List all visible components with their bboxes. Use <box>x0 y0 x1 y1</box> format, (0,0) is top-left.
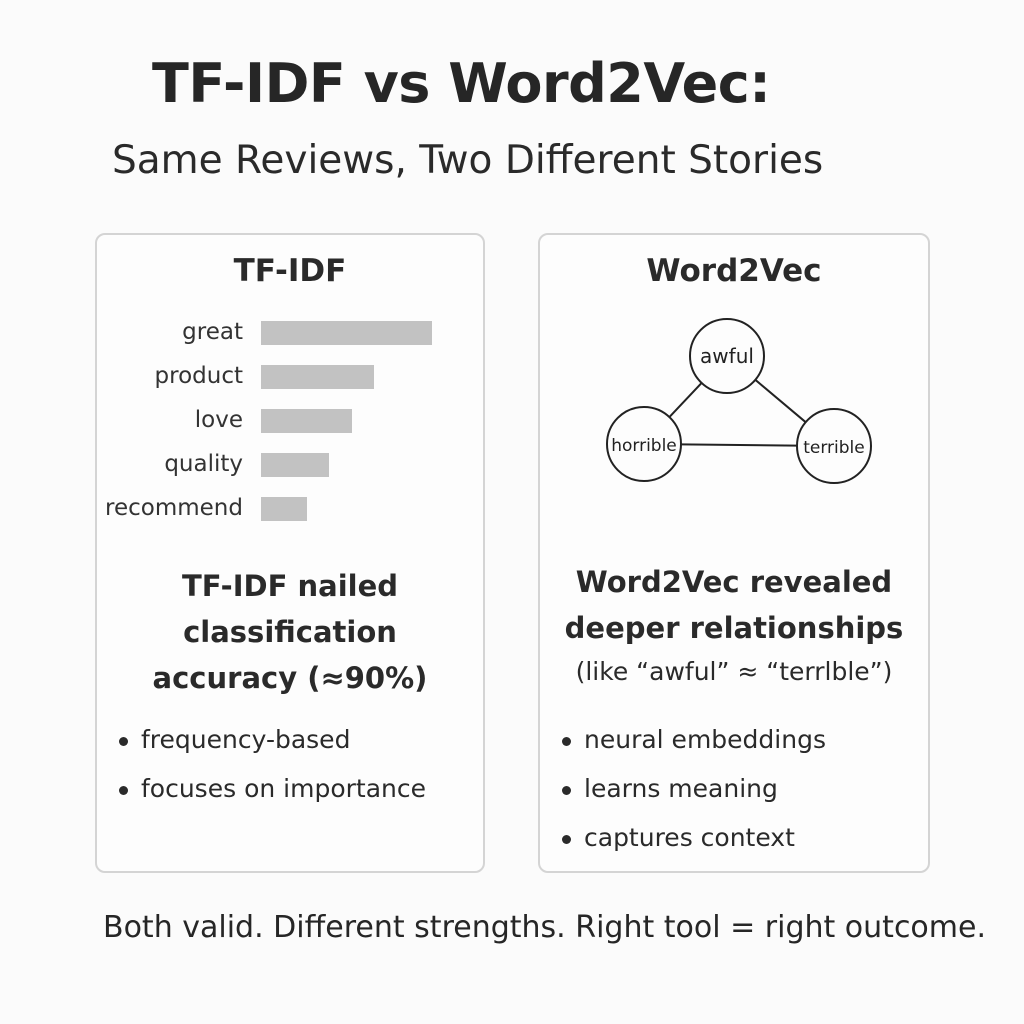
node-label-horrible: horrible <box>611 436 677 456</box>
bar-love <box>261 409 352 433</box>
bullet-icon <box>562 737 571 746</box>
bar-label: product <box>154 363 243 389</box>
bar-quality <box>261 453 329 477</box>
bullet-text: learns meaning <box>584 774 778 803</box>
list-item: frequency-based <box>119 725 426 774</box>
list-item: captures context <box>562 823 826 872</box>
bar-label: quality <box>164 451 243 477</box>
tfidf-headline-line-1: TF-IDF nailed <box>181 569 399 603</box>
bullet-icon <box>562 835 571 844</box>
bullet-text: frequency-based <box>141 725 351 754</box>
bullet-icon <box>119 786 128 795</box>
footer-caption: Both valid. Different strengths. Right t… <box>103 910 987 945</box>
list-item: learns meaning <box>562 774 826 823</box>
tfidf-bullet-list: frequency-based focuses on importance <box>119 725 426 823</box>
word2vec-headline: Word2Vec revealed deeper relationships <box>540 559 928 651</box>
bullet-text: focuses on importance <box>141 774 426 803</box>
bullet-text: neural embeddings <box>584 725 826 754</box>
word2vec-bullet-list: neural embeddings learns meaning capture… <box>562 725 826 872</box>
edge-awful-horrible <box>668 382 703 418</box>
bar-label: recommend <box>105 495 243 521</box>
word2vec-headline-line-2: deeper relationships <box>564 611 904 645</box>
word2vec-note: (like “awful” ≈ “terrlble”) <box>575 657 893 686</box>
tfidf-headline-line-3: accuracy (≈90%) <box>152 661 428 695</box>
list-item: neural embeddings <box>562 725 826 774</box>
bar-recommend <box>261 497 307 521</box>
node-label-awful: awful <box>700 344 754 368</box>
page-title: TF-IDF vs Word2Vec: <box>152 52 771 115</box>
tfidf-headline: TF-IDF nailed classification accuracy (≈… <box>97 563 483 701</box>
bullet-text: captures context <box>584 823 795 852</box>
list-item: focuses on importance <box>119 774 426 823</box>
tfidf-heading: TF-IDF <box>233 253 347 289</box>
bullet-icon <box>562 786 571 795</box>
word-similarity-graph: awful horrible terrible <box>606 318 872 484</box>
word2vec-panel: Word2Vec awful horrible terrible Word2Vec … <box>538 233 930 873</box>
bar-product <box>261 365 374 389</box>
node-label-terrible: terrible <box>803 438 865 458</box>
bar-great <box>261 321 432 345</box>
bar-label: love <box>194 407 243 433</box>
edge-awful-terrible <box>754 379 807 423</box>
edge-horrible-terrible <box>680 443 798 447</box>
tfidf-headline-line-2: classification <box>183 615 397 649</box>
word2vec-headline-line-1: Word2Vec revealed <box>575 565 893 599</box>
tfidf-panel: TF-IDF great product love quality recommend … <box>95 233 485 873</box>
page-subtitle: Same Reviews, Two Different Stories <box>112 138 824 183</box>
bar-label: great <box>182 319 243 345</box>
bullet-icon <box>119 737 128 746</box>
